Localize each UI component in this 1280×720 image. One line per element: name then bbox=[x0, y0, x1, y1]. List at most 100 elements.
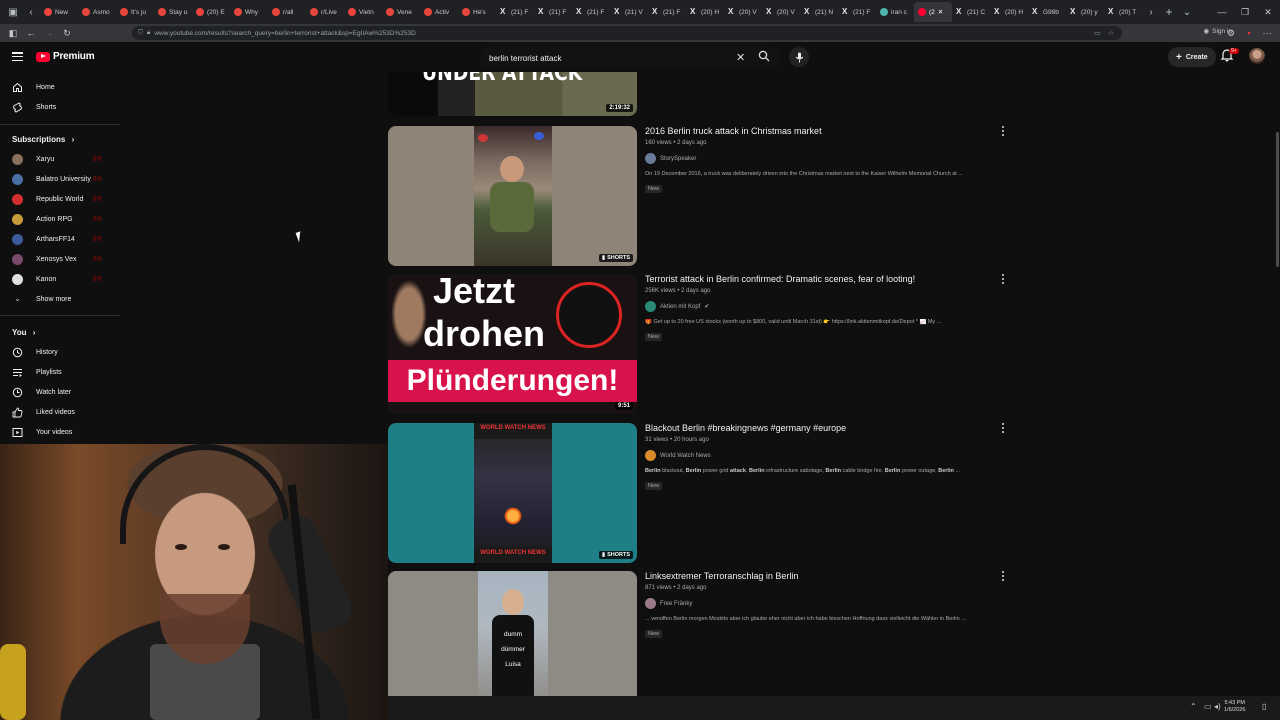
browser-tab[interactable]: X (21) C bbox=[952, 2, 990, 22]
create-button[interactable]: + Create bbox=[1168, 47, 1216, 67]
video-title[interactable]: Linksextremer Terroranschlag in Berlin bbox=[645, 571, 1005, 582]
you-heading[interactable]: You › bbox=[12, 328, 35, 337]
browser-tab[interactable]: Activ bbox=[420, 2, 458, 22]
subscription-item[interactable]: Xenosys Vex ((•)) bbox=[0, 249, 120, 269]
browser-menu-icon[interactable]: ⋯ bbox=[1258, 24, 1276, 42]
network-icon[interactable]: ▭ bbox=[1204, 702, 1212, 711]
video-thumbnail[interactable]: dumm dümmer Luisa bbox=[388, 571, 637, 696]
browser-tab[interactable]: iran c bbox=[876, 2, 914, 22]
browser-tab[interactable]: X (21) F bbox=[496, 2, 534, 22]
bookmark-star-icon[interactable]: ☆ bbox=[1108, 29, 1114, 37]
browser-tab[interactable]: X (21) F bbox=[534, 2, 572, 22]
maximize-button[interactable]: ❐ bbox=[1233, 0, 1257, 24]
browser-tab[interactable]: X G98b bbox=[1028, 2, 1066, 22]
video-result[interactable]: ▮ SHORTS 2016 Berlin truck attack in Chri… bbox=[388, 126, 1028, 266]
browser-tab[interactable]: r/Live bbox=[306, 2, 344, 22]
browser-tab[interactable]: X (21) F bbox=[572, 2, 610, 22]
subscription-item[interactable]: Republic World ((•)) bbox=[0, 189, 120, 209]
channel-link[interactable]: StorySpeaker bbox=[645, 153, 1005, 164]
page-scrollbar[interactable] bbox=[1276, 132, 1279, 267]
video-result[interactable]: Jetzt drohen Plünderungen! 9:51 Terroris… bbox=[388, 274, 1028, 414]
browser-tab[interactable]: It's ju bbox=[116, 2, 154, 22]
new-tab-button[interactable]: + bbox=[1160, 0, 1178, 24]
more-actions-icon[interactable] bbox=[1000, 126, 1006, 136]
search-input[interactable]: berlin terrorist attack ✕ bbox=[480, 47, 780, 69]
tab-search-icon[interactable]: ⌄ bbox=[1178, 0, 1196, 24]
browser-tab[interactable]: X (21) V bbox=[610, 2, 648, 22]
browser-tab[interactable]: X (20) H bbox=[990, 2, 1028, 22]
video-thumbnail[interactable]: ▮ SHORTS bbox=[388, 126, 637, 266]
browser-tab[interactable]: He's bbox=[458, 2, 496, 22]
downloads-icon[interactable]: ▪ bbox=[1240, 24, 1258, 42]
url-bar[interactable]: ⛉ 🔒︎ www.youtube.com/results?search_quer… bbox=[132, 26, 1122, 40]
guide-menu-icon[interactable] bbox=[12, 52, 23, 61]
browser-tab[interactable]: (2 ✕ bbox=[914, 2, 952, 22]
sidebar-item-home[interactable]: Home bbox=[0, 77, 120, 97]
browser-tab[interactable]: X (21) N bbox=[800, 2, 838, 22]
shield-icon[interactable]: ⛉ bbox=[138, 29, 143, 37]
channel-name[interactable]: Aktien mit Kopf bbox=[660, 304, 700, 310]
lock-icon[interactable]: 🔒︎ bbox=[147, 29, 150, 37]
channel-avatar[interactable] bbox=[645, 598, 656, 609]
video-thumbnail[interactable]: WORLD WATCH NEWS WORLD WATCH NEWS ▮ SHORT… bbox=[388, 423, 637, 563]
video-title[interactable]: Terrorist attack in Berlin confirmed: Dr… bbox=[645, 274, 1005, 285]
subscription-item[interactable]: Action RPG ((•)) bbox=[0, 209, 120, 229]
channel-name[interactable]: Free Fränky bbox=[660, 601, 692, 607]
youtube-premium-logo[interactable]: Premium bbox=[36, 51, 95, 62]
search-icon[interactable] bbox=[758, 50, 770, 64]
sidebar-item-history[interactable]: History bbox=[0, 342, 120, 362]
subscriptions-heading[interactable]: Subscriptions › bbox=[12, 135, 74, 144]
video-thumbnail[interactable]: Jetzt drohen Plünderungen! 9:51 bbox=[388, 274, 637, 414]
browser-tab[interactable]: New bbox=[40, 2, 78, 22]
close-tab-icon[interactable]: ✕ bbox=[938, 8, 943, 16]
voice-search-button[interactable] bbox=[789, 47, 809, 67]
sidebar-item-playlists[interactable]: Playlists bbox=[0, 362, 120, 382]
browser-tab[interactable]: X (20) V bbox=[724, 2, 762, 22]
browser-tab[interactable]: Why bbox=[230, 2, 268, 22]
video-title[interactable]: 2016 Berlin truck attack in Christmas ma… bbox=[645, 126, 1005, 137]
channel-link[interactable]: Free Fränky bbox=[645, 598, 1005, 609]
browser-tab[interactable]: X (21) F bbox=[648, 2, 686, 22]
browser-tab[interactable]: Vietn bbox=[344, 2, 382, 22]
subscription-item[interactable]: Xaryu ((•)) bbox=[0, 149, 120, 169]
browser-tab[interactable]: r/all bbox=[268, 2, 306, 22]
browser-tab[interactable]: Stay u bbox=[154, 2, 192, 22]
volume-icon[interactable]: ◂) bbox=[1214, 702, 1221, 711]
channel-name[interactable]: StorySpeaker bbox=[660, 156, 696, 162]
browser-tab[interactable]: X (20) V bbox=[762, 2, 800, 22]
system-clock[interactable]: 5:43 PM 1/6/2026 bbox=[1224, 700, 1245, 714]
clear-search-icon[interactable]: ✕ bbox=[736, 51, 745, 64]
video-result[interactable]: UNDER ATTACK 2:19:32 bbox=[388, 72, 1028, 116]
browser-tab[interactable]: X (20) H bbox=[686, 2, 724, 22]
read-mode-icon[interactable]: ▭ bbox=[1094, 29, 1100, 37]
tab-actions-icon[interactable]: ◧ bbox=[4, 24, 22, 42]
tab-scroll-right-icon[interactable]: › bbox=[1142, 0, 1160, 24]
sidebar-item-shorts[interactable]: Shorts bbox=[0, 97, 120, 117]
subscription-item[interactable]: ArtharsFF14 ((•)) bbox=[0, 229, 120, 249]
more-actions-icon[interactable] bbox=[1000, 571, 1006, 581]
reload-button[interactable]: ↻ bbox=[58, 24, 76, 42]
notification-center-icon[interactable]: ▯ bbox=[1262, 702, 1266, 711]
channel-name[interactable]: World Watch News bbox=[660, 453, 711, 459]
browser-tab[interactable]: Asmo bbox=[78, 2, 116, 22]
video-result[interactable]: dumm dümmer Luisa Linksextremer Terroran… bbox=[388, 571, 1028, 696]
more-actions-icon[interactable] bbox=[1000, 423, 1006, 433]
minimize-button[interactable]: — bbox=[1210, 0, 1234, 24]
sidebar-toggle-icon[interactable]: ▣ bbox=[4, 0, 22, 24]
more-actions-icon[interactable] bbox=[1000, 274, 1006, 284]
video-thumbnail[interactable]: UNDER ATTACK 2:19:32 bbox=[388, 72, 637, 116]
browser-tab[interactable]: X (20) y bbox=[1066, 2, 1104, 22]
browser-tab[interactable]: (20) E bbox=[192, 2, 230, 22]
subscription-item[interactable]: Kanon ((•)) bbox=[0, 269, 120, 289]
extensions-icon[interactable]: ⚙ bbox=[1222, 24, 1240, 42]
channel-avatar[interactable] bbox=[645, 450, 656, 461]
browser-tab[interactable]: Vene bbox=[382, 2, 420, 22]
browser-tab[interactable]: X (21) F bbox=[838, 2, 876, 22]
channel-avatar[interactable] bbox=[645, 153, 656, 164]
account-avatar[interactable] bbox=[1249, 48, 1265, 64]
tab-scroll-left-icon[interactable]: ‹ bbox=[22, 0, 40, 24]
sidebar-item-watch-later[interactable]: Watch later bbox=[0, 382, 120, 402]
browser-tab[interactable]: X (20) T bbox=[1104, 2, 1142, 22]
subscription-item[interactable]: Balatro University ((•)) bbox=[0, 169, 120, 189]
sidebar-item-your-videos[interactable]: Your videos bbox=[0, 422, 120, 442]
